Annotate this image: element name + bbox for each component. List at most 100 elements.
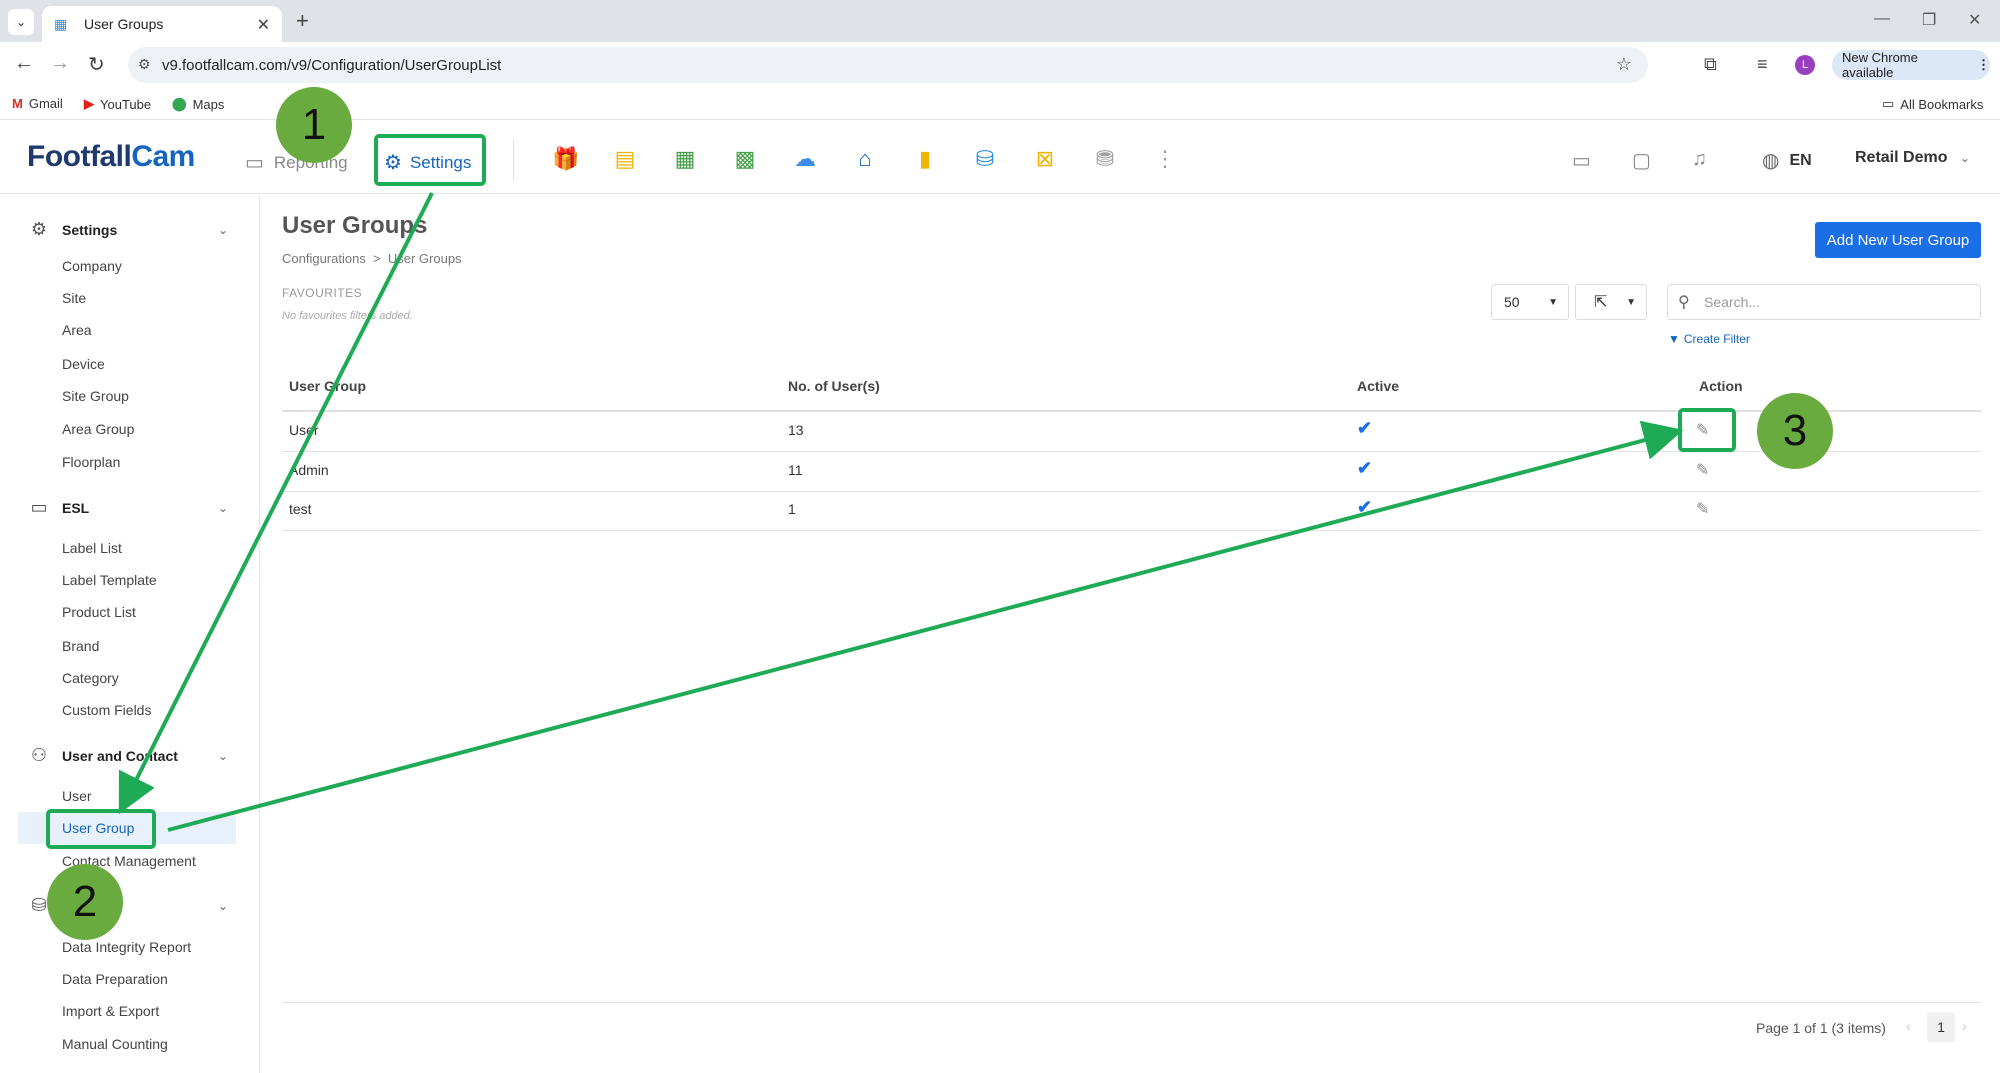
new-tab-button[interactable]: + — [296, 8, 309, 34]
sidebar-item-area-group[interactable]: Area Group — [62, 421, 134, 437]
sidebar-item-product-list[interactable]: Product List — [62, 604, 136, 620]
sidebar-item-brand[interactable]: Brand — [62, 638, 99, 654]
new-chrome-available-button[interactable]: New Chrome available ⋮ — [1832, 50, 1990, 80]
chevron-down-icon: ⌄ — [217, 222, 228, 237]
sidebar-item-floorplan[interactable]: Floorplan — [62, 454, 120, 470]
bookmark-gmail[interactable]: M Gmail — [12, 96, 63, 111]
edit-pencil-icon[interactable]: ✎ — [1696, 499, 1709, 519]
sidebar-item-label-list[interactable]: Label List — [62, 540, 122, 556]
database-app-icon[interactable]: ⛁ — [972, 146, 998, 172]
spreadsheet-app-icon[interactable]: ▩ — [732, 146, 758, 172]
extensions-icon[interactable]: ⧉ — [1704, 54, 1717, 75]
sidebar-item-manual-counting[interactable]: Manual Counting — [62, 1036, 168, 1052]
create-filter-link[interactable]: ▼ Create Filter — [1668, 332, 1750, 346]
sidebar-item-site[interactable]: Site — [62, 290, 86, 306]
sidebar-item-device[interactable]: Device — [62, 356, 105, 372]
row-divider — [282, 530, 1981, 531]
sidebar-section-user-and-contact[interactable]: ⚇ User and Contact ⌄ — [28, 745, 228, 766]
cell-user-group: Admin — [289, 462, 329, 478]
export-icon: ⇱ — [1594, 294, 1608, 311]
weather-app-icon[interactable]: ☁ — [792, 146, 818, 172]
more-menu-icon: ⋮ — [1977, 57, 1990, 72]
arrow-user-group-to-edit — [167, 420, 1684, 832]
sidebar-item-company[interactable]: Company — [62, 258, 122, 274]
tab-search-button[interactable]: ⌄ — [8, 9, 34, 35]
restore-icon[interactable]: ❐ — [1922, 10, 1936, 30]
pager-next-icon[interactable]: › — [1962, 1018, 1967, 1034]
bookmark-maps[interactable]: ⬤ Maps — [172, 96, 224, 112]
sidebar-item-data-preparation[interactable]: Data Preparation — [62, 971, 168, 987]
annotation-box-user-group — [46, 809, 156, 849]
language-selector[interactable]: ◍ EN — [1762, 148, 1812, 173]
pager-summary: Page 1 of 1 (3 items) — [1756, 1020, 1886, 1036]
sidebar-section-settings[interactable]: ⚙ Settings ⌄ — [28, 219, 228, 240]
address-bar[interactable]: ⚙ v9.footfallcam.com/v9/Configuration/Us… — [128, 47, 1648, 83]
cell-user-count: 1 — [788, 501, 796, 517]
footfallcam-favicon-icon: ▦ — [54, 16, 68, 32]
chart-app-icon[interactable]: ▤ — [612, 146, 638, 172]
favourites-title: FAVOURITES — [282, 286, 363, 300]
pager-page-1[interactable]: 1 — [1927, 1012, 1955, 1042]
browser-tabstrip: ⌄ ▦ User Groups ✕ + — ❐ ✕ — [0, 0, 2000, 42]
calendar-app-icon[interactable]: ▦ — [672, 146, 698, 172]
back-icon[interactable]: ← — [14, 52, 34, 75]
annotation-box-settings — [374, 134, 486, 186]
filter-icon: ▼ — [1668, 332, 1680, 346]
edit-pencil-icon[interactable]: ✎ — [1696, 460, 1709, 480]
page-title: User Groups — [282, 212, 428, 239]
sidebar-item-area[interactable]: Area — [62, 322, 92, 338]
breadcrumb[interactable]: Configurations > User Groups — [282, 251, 462, 266]
browser-tab[interactable]: ▦ User Groups ✕ — [42, 6, 282, 42]
storage-app-icon[interactable]: ⛃ — [1092, 146, 1118, 172]
annotation-box-edit — [1678, 408, 1736, 452]
sidebar-section-esl[interactable]: ▭ ESL ⌄ — [28, 497, 228, 518]
chevron-down-icon: ⌄ — [217, 748, 228, 763]
users-icon: ⚇ — [30, 745, 48, 765]
globe-icon: ◍ — [1762, 150, 1780, 172]
media-icon[interactable]: ≡ — [1757, 54, 1768, 75]
chat-icon[interactable]: ▢ — [1632, 148, 1651, 173]
sidebar-item-custom-fields[interactable]: Custom Fields — [62, 702, 151, 718]
sidebar-item-label-template[interactable]: Label Template — [62, 572, 157, 588]
pager-prev-icon[interactable]: ‹ — [1906, 1018, 1911, 1034]
forward-icon[interactable]: → — [50, 52, 70, 75]
column-header-user-group[interactable]: User Group — [289, 378, 366, 394]
row-divider — [282, 491, 1981, 492]
close-window-icon[interactable]: ✕ — [1968, 10, 1981, 30]
more-apps-icon[interactable]: ⋮ — [1152, 146, 1178, 172]
column-header-active[interactable]: Active — [1357, 378, 1399, 394]
profile-avatar[interactable]: L — [1795, 55, 1815, 75]
tab-title: User Groups — [84, 16, 164, 32]
page-size-select[interactable]: 50 ▼ — [1491, 284, 1569, 320]
reload-icon[interactable]: ↻ — [88, 52, 105, 77]
column-header-no-of-users[interactable]: No. of User(s) — [788, 378, 880, 394]
ticket-icon[interactable]: ▭ — [1572, 148, 1591, 173]
bookmark-youtube[interactable]: ▶ YouTube — [84, 96, 151, 112]
site-info-icon[interactable]: ⚙ — [138, 56, 151, 73]
close-tab-icon[interactable]: ✕ — [257, 15, 270, 35]
cell-user-group: User — [289, 422, 319, 438]
bell-icon[interactable]: ♫ — [1692, 148, 1707, 171]
annotation-step-3: 3 — [1757, 393, 1833, 469]
sidebar-item-user[interactable]: User — [62, 788, 92, 804]
footfallcam-logo[interactable]: FootfallCam — [27, 140, 195, 174]
user-menu[interactable]: Retail Demo ⌄ — [1855, 149, 1970, 167]
sidebar-item-category[interactable]: Category — [62, 670, 119, 686]
bookmark-star-icon[interactable]: ☆ — [1616, 54, 1632, 75]
add-new-user-group-button[interactable]: Add New User Group — [1815, 222, 1981, 258]
all-bookmarks[interactable]: ▭ All Bookmarks — [1882, 96, 1983, 112]
search-input[interactable]: ⚲ Search... — [1667, 284, 1981, 320]
document-app-icon[interactable]: ▮ — [912, 146, 938, 172]
minimize-icon[interactable]: — — [1874, 10, 1890, 28]
url-text: v9.footfallcam.com/v9/Configuration/User… — [162, 56, 502, 74]
sidebar-item-site-group[interactable]: Site Group — [62, 388, 129, 404]
export-button[interactable]: ⇱ ▼ — [1575, 284, 1647, 320]
sidebar-item-data-integrity-report[interactable]: Data Integrity Report — [62, 939, 191, 955]
gift-app-icon[interactable]: 🎁 — [552, 146, 579, 172]
sidebar-item-import-export[interactable]: Import & Export — [62, 1003, 159, 1019]
browser-toolbar: ← → ↻ ⚙ v9.footfallcam.com/v9/Configurat… — [0, 42, 2000, 88]
caret-down-icon: ▼ — [1626, 297, 1636, 308]
home-app-icon[interactable]: ⌂ — [852, 146, 878, 172]
network-app-icon[interactable]: ⊠ — [1032, 146, 1058, 172]
sidebar: ⚙ Settings ⌄ Company Site Area Device Si… — [0, 195, 260, 1073]
